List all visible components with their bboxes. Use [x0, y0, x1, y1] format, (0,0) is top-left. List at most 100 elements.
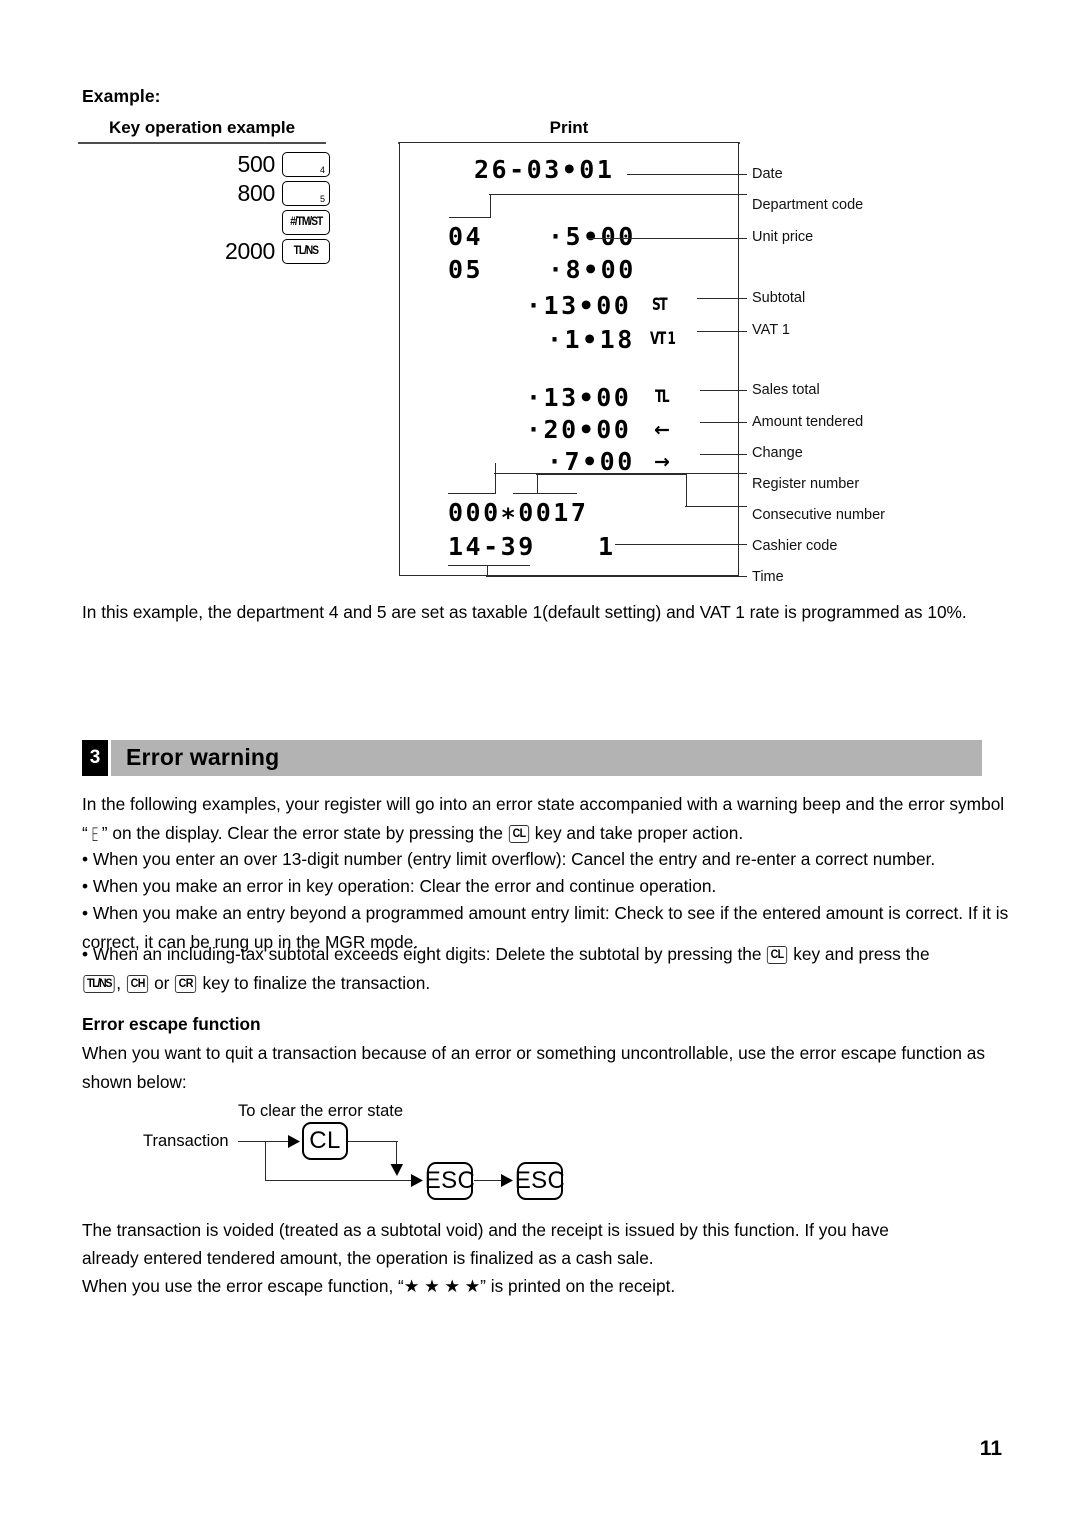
receipt-vat1-amount: ⋅1•18: [547, 325, 635, 354]
diagram-line-esc1-to-esc2: [474, 1180, 504, 1182]
connector-consecutive-number: [685, 506, 747, 508]
receipt-unit-price-4: ⋅5•00: [548, 222, 636, 251]
bullet-marker: •: [82, 849, 93, 869]
receipt-tendered-marker: ←: [654, 419, 670, 441]
bullet-text: When an including-tax subtotal exceeds e…: [92, 944, 767, 964]
column-header-key-operation: Key operation example: [78, 118, 326, 144]
bullet-text: When you enter an over 13-digit number (…: [92, 849, 936, 869]
connector-register-number: [494, 473, 747, 475]
connector-sales-total: [700, 390, 747, 392]
key-operation-row: #/TM/ST: [150, 208, 330, 236]
annotation-cashier-code: Cashier code: [752, 538, 838, 554]
total-key-label: TL/NS: [293, 245, 319, 257]
bullet-item: • When you enter an over 13-digit number…: [82, 845, 1022, 874]
annotation-change: Change: [752, 445, 803, 461]
annotation-sales-total: Sales total: [752, 382, 820, 398]
document-page: Example: Key operation example Print 500…: [0, 0, 1080, 1526]
subtotal-key-label: #/TM/ST: [289, 216, 323, 228]
receipt-dept-code-5: 05: [448, 255, 484, 284]
connector-change: [700, 454, 747, 456]
arrowhead-to-cl-icon: [288, 1135, 300, 1148]
annotation-department-code: Department code: [752, 197, 864, 213]
cl-key-button[interactable]: CL: [302, 1122, 348, 1160]
bullet-text: key and press the: [788, 944, 930, 964]
arrowhead-cl-down-icon: [390, 1164, 403, 1176]
department-key-number: 4: [319, 164, 325, 175]
receipt-sales-total-marker: TL: [655, 387, 670, 407]
department-key-4[interactable]: 4: [282, 151, 330, 177]
department-key-number: 5: [319, 193, 325, 204]
receipt-stars: ★ ★ ★ ★: [403, 1276, 481, 1296]
bullet-marker: •: [82, 876, 93, 896]
error-escape-diagram: To clear the error state Transaction CL …: [0, 1090, 1080, 1210]
tlns-key-chip[interactable]: TL/NS: [83, 974, 115, 993]
key-operation-list: 500 4 800 5 #/TM/ST 2000 TL/NS: [150, 150, 330, 266]
receipt-vat1-marker: VT 1: [650, 329, 676, 349]
page-number: 11: [979, 1437, 1002, 1460]
connector-vat1: [697, 331, 747, 333]
connector-date: [627, 174, 747, 176]
closing-text-post: ” is printed on the receipt.: [480, 1276, 676, 1296]
receipt-register-consecutive: 000∗0017: [448, 498, 589, 527]
annotation-time: Time: [752, 569, 784, 585]
dept-code-underline: [449, 217, 491, 219]
receipt-cashier-code: 1: [598, 532, 616, 561]
error-warning-intro: In the following examples, your register…: [82, 790, 1012, 849]
annotation-consecutive-number: Consecutive number: [752, 507, 885, 523]
dept-code-riser: [490, 195, 492, 218]
diagram-caption: To clear the error state: [238, 1102, 404, 1120]
receipt-subtotal-marker: ST: [652, 295, 668, 315]
key-operation-row: 2000 TL/NS: [150, 237, 330, 265]
closing-line-2: already entered tendered amount, the ope…: [82, 1248, 654, 1268]
receipt-dept-code-4: 04: [448, 222, 484, 251]
diagram-transaction-label: Transaction: [143, 1132, 229, 1150]
diagram-branch-to-esc: [265, 1180, 415, 1182]
connector-time: [486, 576, 747, 578]
annotation-vat1: VAT 1: [752, 322, 790, 338]
total-key[interactable]: TL/NS: [282, 238, 330, 264]
esc-key-button-1[interactable]: ESC: [425, 1162, 475, 1200]
receipt-subtotal-amount: ⋅13•00: [526, 291, 632, 320]
connector-subtotal: [697, 298, 747, 300]
department-key-5[interactable]: 5: [282, 180, 330, 206]
bullet-marker: •: [82, 903, 93, 923]
example-label: Example:: [82, 86, 161, 106]
bullet-marker: •: [82, 944, 93, 964]
receipt-change-amount: ⋅7•00: [547, 447, 635, 476]
subtotal-key[interactable]: #/TM/ST: [282, 209, 330, 235]
cr-key-chip[interactable]: CR: [175, 974, 197, 993]
error-escape-paragraph: When you want to quit a transaction beca…: [82, 1043, 985, 1092]
section-title: Error warning: [126, 744, 280, 770]
bullet-text: ,: [116, 972, 126, 993]
connector-department-code: [489, 194, 747, 196]
bullet-item: • When you make an error in key operatio…: [82, 872, 1022, 901]
example-note: In this example, the department 4 and 5 …: [82, 602, 967, 622]
intro-text-part2: ” on the display. Clear the error state …: [101, 822, 508, 843]
annotation-register-number: Register number: [752, 476, 860, 492]
bullet-item: • When an including-tax subtotal exceeds…: [82, 940, 1027, 997]
receipt-sales-total-amount: ⋅13•00: [526, 383, 632, 412]
arrowhead-to-esc2-icon: [501, 1174, 513, 1187]
diagram-branch-down: [265, 1141, 267, 1181]
receipt-print-sample: 26-03•01 04 ⋅5•00 05 ⋅8•00 ⋅13•00 ST ⋅1•…: [399, 142, 739, 577]
register-number-riser: [495, 463, 497, 494]
cl-key-chip[interactable]: CL: [767, 946, 788, 964]
cl-key-chip[interactable]: CL: [508, 824, 530, 843]
receipt-change-marker: →: [654, 451, 670, 473]
closing-line-3: When you use the error escape function, …: [82, 1272, 1012, 1301]
annotation-date: Date: [752, 166, 783, 182]
connector-amount-tendered: [700, 422, 747, 424]
esc-key-button-2[interactable]: ESC: [515, 1162, 565, 1200]
receipt-unit-price-5: ⋅8•00: [548, 255, 636, 284]
section-number-badge: 3: [82, 740, 108, 776]
connector-unit-price: [588, 238, 747, 240]
key-operation-row: 800 5: [150, 179, 330, 207]
register-number-underline: [448, 493, 496, 495]
key-amount: 500: [237, 150, 276, 177]
closing-line-1: The transaction is voided (treated as a …: [82, 1220, 889, 1240]
time-underline: [448, 565, 530, 567]
ch-key-chip[interactable]: CH: [126, 974, 149, 993]
receipt-line-date: 26-03•01: [474, 155, 615, 184]
connector-cashier-code: [615, 544, 747, 546]
arrowhead-to-esc1-icon: [411, 1174, 423, 1187]
